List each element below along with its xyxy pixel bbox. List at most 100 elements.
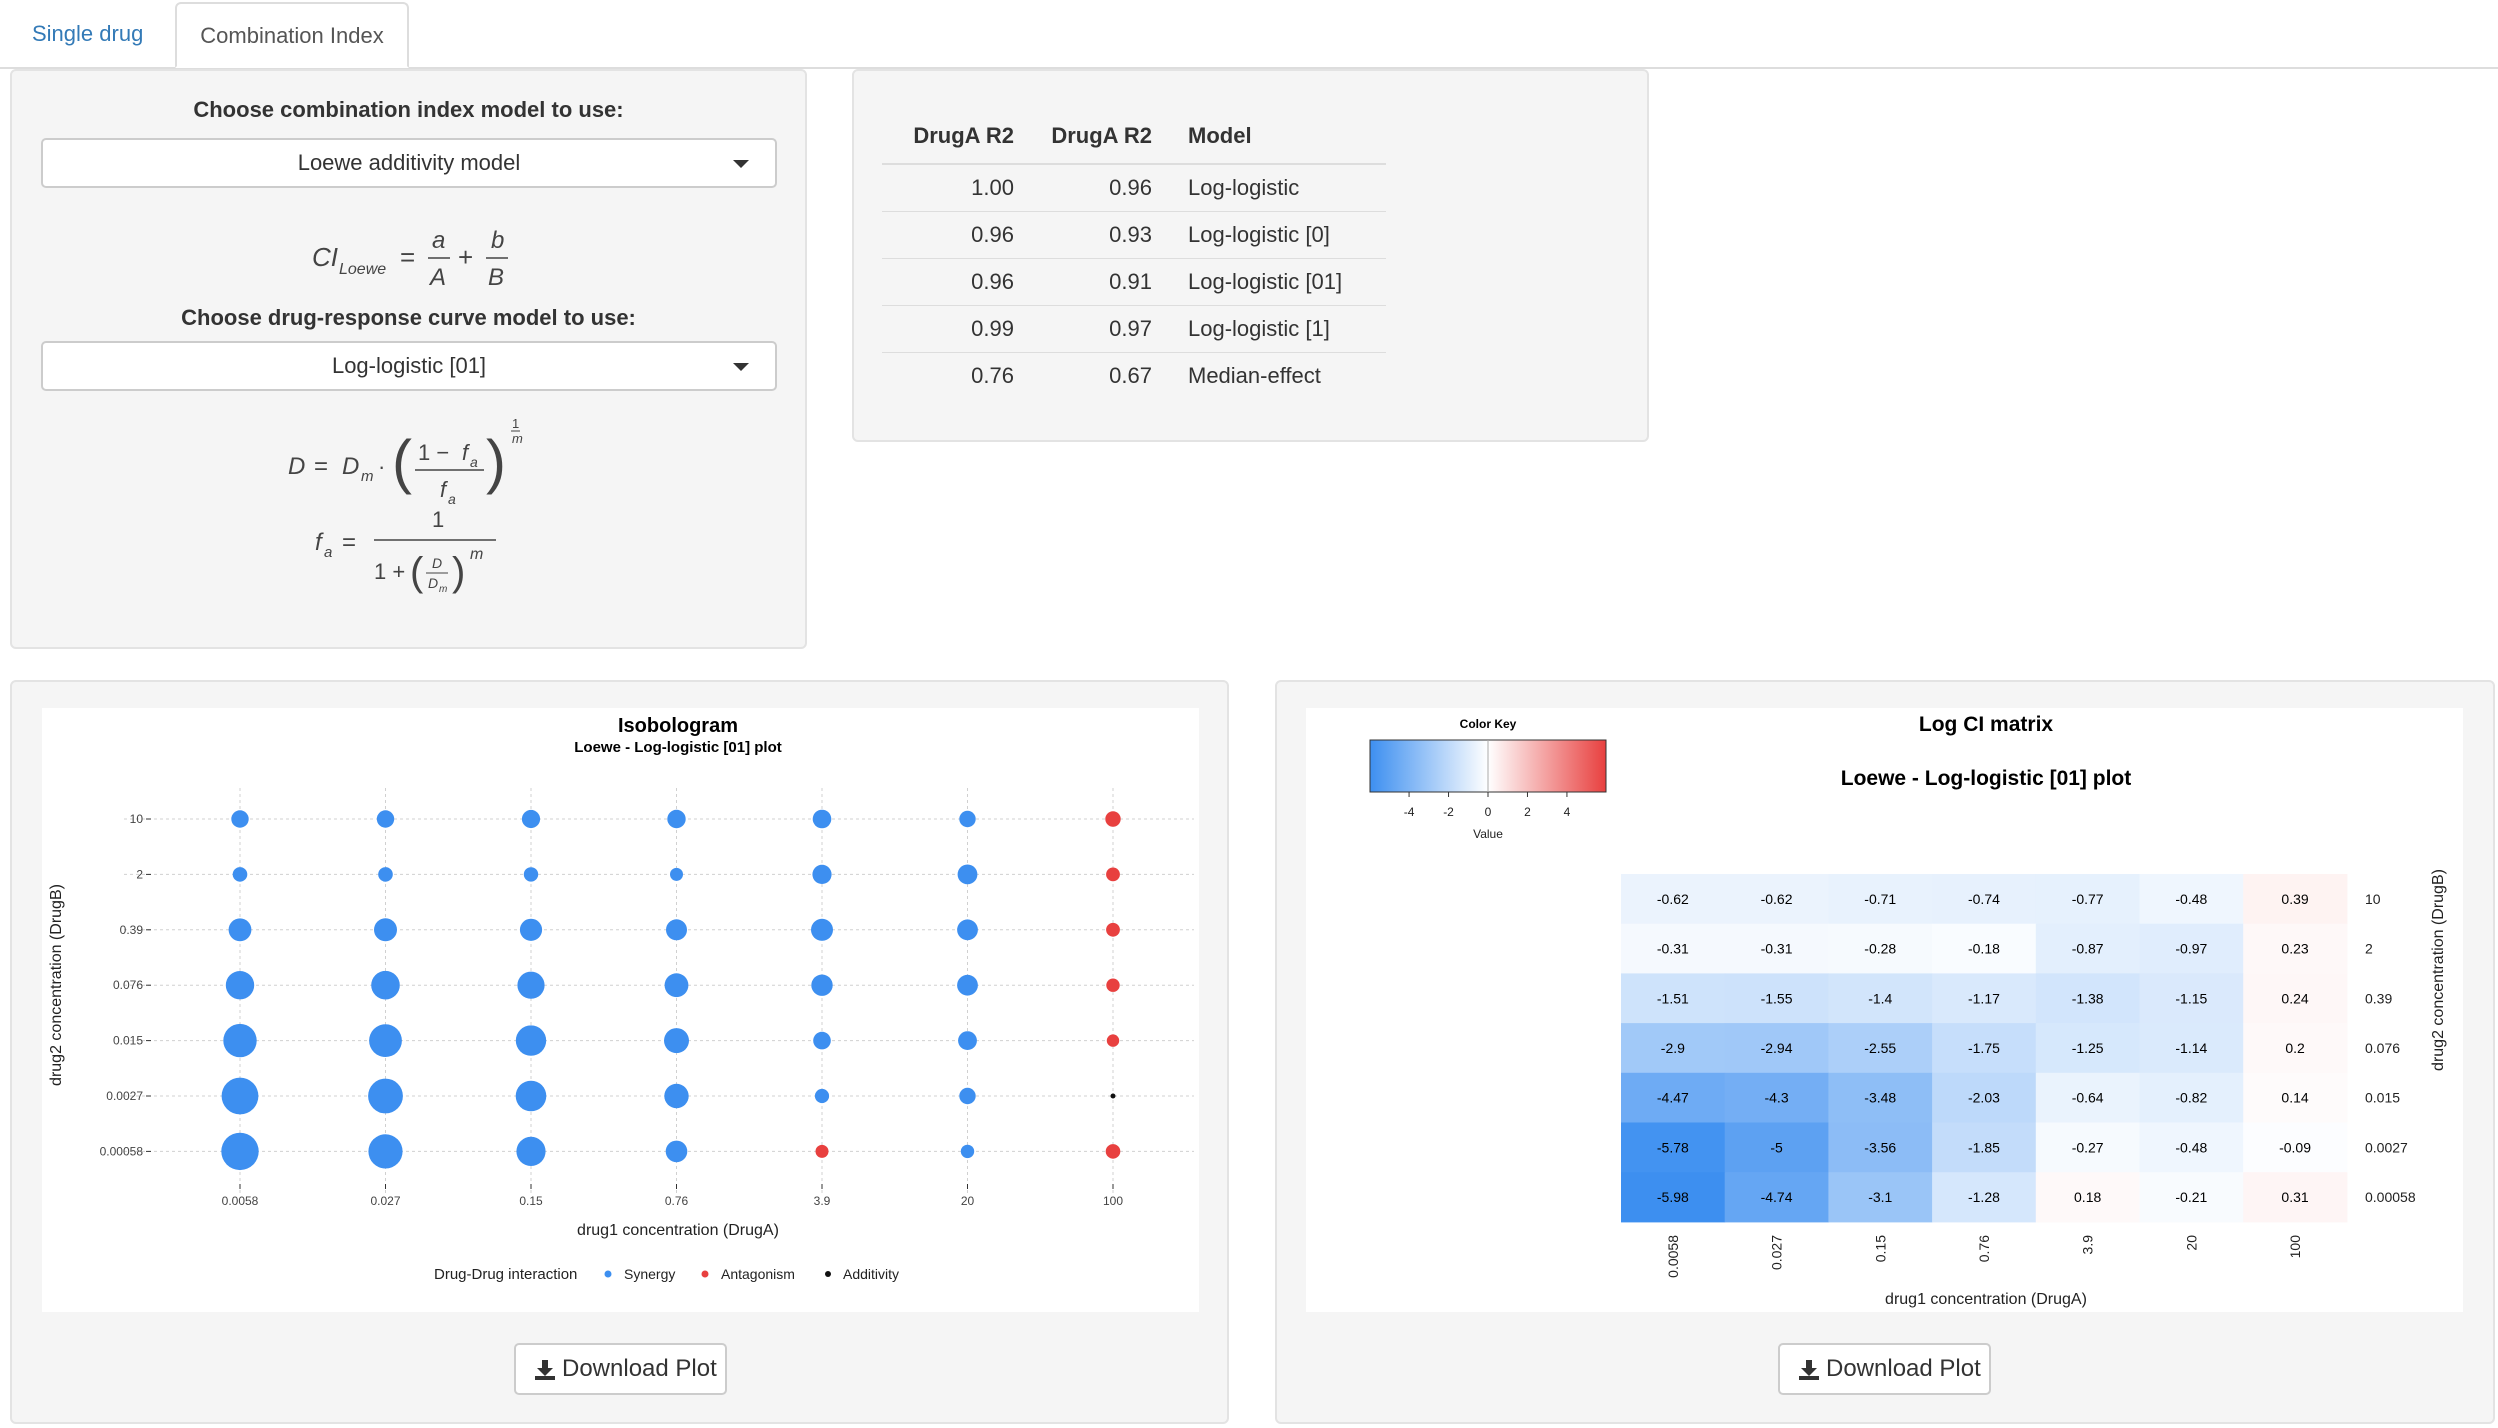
cell-value-label: -0.48: [2175, 1139, 2207, 1155]
cell-value-label: -1.15: [2175, 990, 2207, 1006]
ci-model-select[interactable]: Loewe additivity model: [41, 138, 777, 188]
data-point: [957, 864, 978, 885]
model-selection-panel: Choose combination index model to use: L…: [10, 69, 807, 649]
legend-additivity-label: Additivity: [843, 1266, 899, 1282]
svg-text:1 +: 1 +: [374, 559, 405, 584]
cell-value-label: -5.78: [1657, 1139, 1689, 1155]
y-tick-label: 0.39: [120, 923, 144, 937]
legend-synergy-label: Synergy: [624, 1266, 675, 1282]
cell-value-label: -1.85: [1968, 1139, 2000, 1155]
table-cell: Log-logistic [01]: [1174, 258, 1386, 306]
data-point: [1106, 922, 1120, 937]
data-point: [1106, 1034, 1120, 1047]
cell-value-label: -3.1: [1868, 1189, 1892, 1205]
color-key-tick-label: 0: [1485, 805, 1492, 819]
table-cell: 0.99: [882, 305, 1036, 353]
cell-value-label: -2.55: [1864, 1040, 1896, 1056]
table-header-row: DrugA R2 DrugA R2 Model: [882, 109, 1386, 165]
legend-antagonism-marker: [701, 1270, 709, 1278]
cell-value-label: -0.77: [2072, 891, 2104, 907]
data-point: [374, 918, 397, 942]
download-button-label: Download Plot: [1826, 1355, 1981, 1382]
data-point: [368, 1078, 403, 1114]
cell-value-label: -2.9: [1661, 1040, 1685, 1056]
x-tick-label: 3.9: [2080, 1235, 2096, 1255]
drc-model-select[interactable]: Log-logistic [01]: [41, 341, 777, 391]
cell-value-label: -0.62: [1761, 891, 1793, 907]
column-header: DrugA R2: [882, 109, 1036, 165]
svg-text:CI: CI: [312, 242, 338, 272]
table-cell: 0.91: [1036, 258, 1174, 306]
legend-additivity-marker: [825, 1271, 831, 1277]
y-tick-label: 0.015: [2365, 1090, 2400, 1106]
color-key-tick-label: -4: [1404, 805, 1415, 819]
chart-legend: Drug-Drug interaction Synergy Antagonism…: [434, 1266, 899, 1283]
data-point: [376, 810, 395, 828]
svg-text:+: +: [458, 242, 473, 272]
cell-value-label: -0.87: [2072, 941, 2104, 957]
svg-text:=: =: [342, 529, 356, 556]
y-tick-label: 0.0027: [106, 1089, 143, 1103]
cell-value-label: -3.48: [1864, 1090, 1896, 1106]
y-tick-label: 0.0027: [2365, 1139, 2408, 1155]
cell-value-label: -1.4: [1868, 990, 1892, 1006]
data-point: [958, 1031, 977, 1050]
y-axis-label: drug2 concentration (DrugB): [2430, 869, 2447, 1071]
cell-value-label: -0.64: [2072, 1090, 2104, 1106]
data-point: [812, 864, 832, 884]
data-point: [519, 918, 543, 941]
color-key-label: Value: [1473, 827, 1503, 841]
data-point: [960, 1144, 975, 1159]
download-button-label: Download Plot: [562, 1355, 717, 1382]
svg-text:m: m: [512, 431, 523, 446]
table-cell: 0.93: [1036, 211, 1174, 259]
y-tick-label: 10: [2365, 891, 2381, 907]
color-key: Color Key -4 -2 0 2 4 Value: [1369, 717, 1607, 841]
cell-value-label: -0.74: [1968, 891, 2000, 907]
svg-text:=: =: [400, 242, 415, 272]
tab-single-drug[interactable]: Single drug: [10, 2, 165, 66]
cell-value-label: 0.39: [2281, 891, 2308, 907]
tab-combination-index[interactable]: Combination Index: [175, 2, 409, 68]
chart-subtitle: Loewe - Log-logistic [01] plot: [574, 739, 782, 756]
cell-value-label: -5: [1770, 1139, 1783, 1155]
svg-text:a: a: [432, 227, 445, 254]
data-point: [369, 1024, 402, 1057]
data-point: [670, 867, 683, 881]
svg-text:b: b: [491, 227, 504, 254]
data-point: [221, 1132, 259, 1171]
x-tick-label: 0.76: [665, 1194, 689, 1208]
data-point: [515, 1080, 547, 1112]
x-tick-label: 20: [961, 1194, 975, 1208]
ci-matrix-plot: Color Key -4 -2 0 2 4 Value Log CI matrix Lo…: [1306, 708, 2463, 1312]
cell-value-label: -0.21: [2175, 1189, 2207, 1205]
svg-text:m: m: [470, 546, 483, 563]
y-tick-label: 0.39: [2365, 990, 2392, 1006]
data-point: [232, 867, 248, 882]
data-point: [225, 971, 255, 1000]
svg-text:m: m: [361, 468, 374, 485]
data-point: [959, 810, 976, 828]
data-point: [371, 970, 400, 1000]
ci-matrix-download-button[interactable]: Download Plot: [1778, 1343, 1991, 1395]
cell-value-label: -0.71: [1864, 891, 1896, 907]
y-tick-label: 2: [2365, 941, 2373, 957]
data-point: [813, 1031, 831, 1050]
data-point: [814, 1088, 830, 1104]
tab-bar: Single drug Combination Index: [0, 0, 2498, 69]
chart-title: Log CI matrix: [1919, 713, 2054, 736]
table-cell: 0.97: [1036, 305, 1174, 353]
data-point: [812, 809, 832, 829]
data-point: [228, 918, 252, 942]
svg-text:a: a: [324, 544, 332, 561]
cell-value-label: -3.56: [1864, 1139, 1896, 1155]
isobologram-download-button[interactable]: Download Plot: [514, 1343, 727, 1395]
x-axis-label: drug1 concentration (DrugA): [1885, 1291, 2087, 1308]
cell-value-label: -1.25: [2072, 1040, 2104, 1056]
color-key-tick-label: 4: [1564, 805, 1571, 819]
x-tick-label: 0.15: [1872, 1235, 1888, 1262]
legend-synergy-marker: [604, 1270, 612, 1278]
table-cell: 0.96: [882, 258, 1036, 306]
legend-title: Drug-Drug interaction: [434, 1266, 577, 1283]
column-header: DrugA R2: [1036, 109, 1174, 165]
